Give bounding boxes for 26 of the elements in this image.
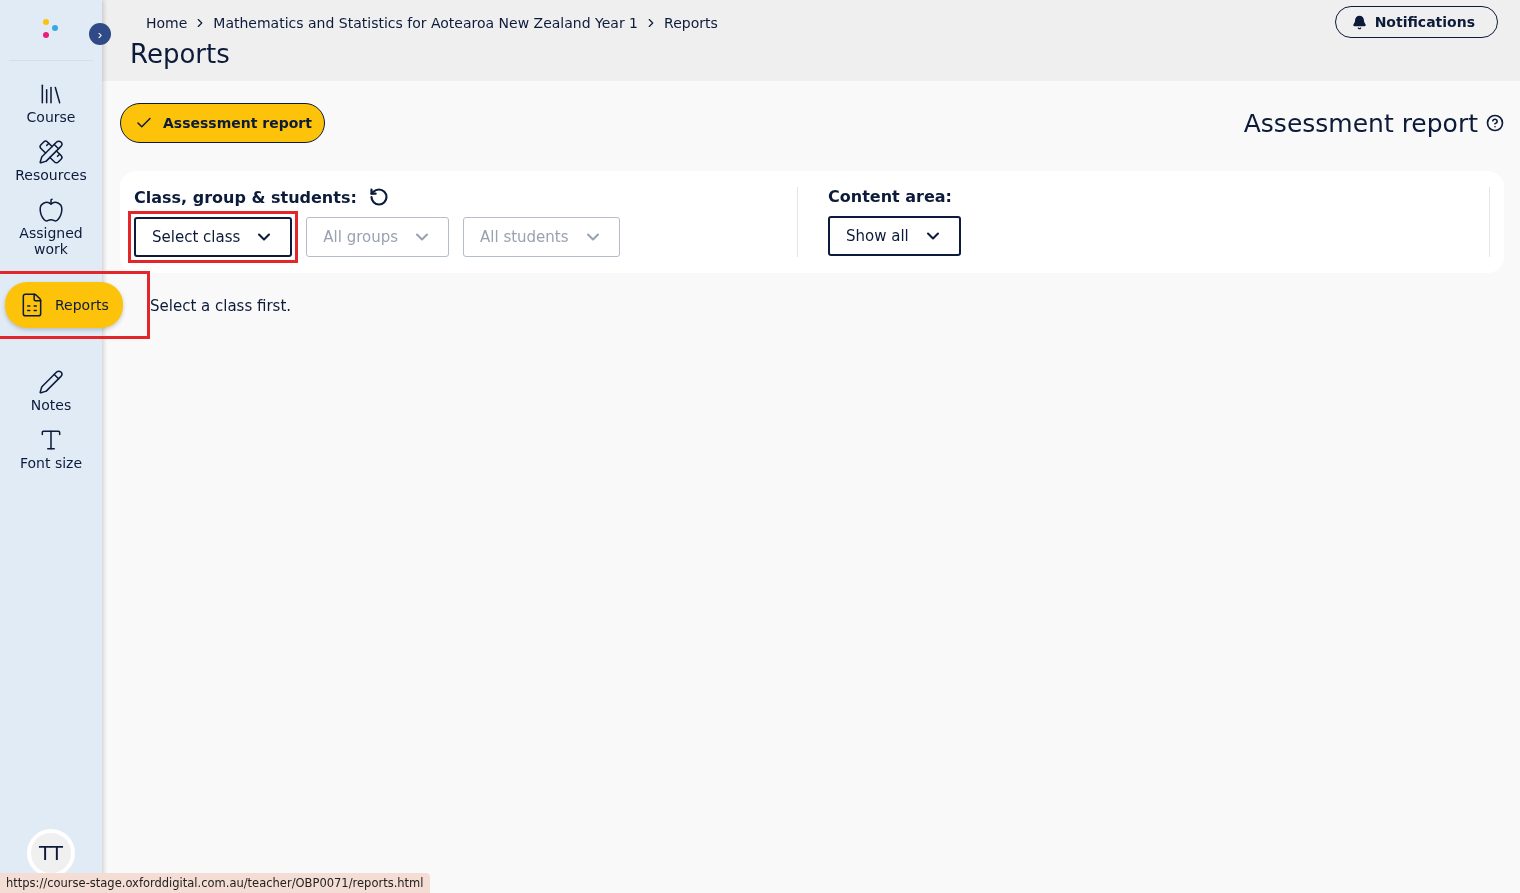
breadcrumb-link[interactable]: Home	[146, 15, 188, 31]
dropdown[interactable]: Select class	[134, 217, 293, 257]
nav-icon	[38, 369, 64, 395]
help-icon[interactable]	[1486, 114, 1504, 132]
breadcrumb-link[interactable]: Mathematics and Statistics for Aotearoa New Zealand Year 1	[213, 15, 639, 31]
nav-item[interactable]: Reports	[5, 282, 123, 328]
filter-label: Class, group & students:	[134, 187, 357, 207]
report-title: Assessment report	[1243, 108, 1478, 138]
nav-item[interactable]: Notes	[6, 369, 96, 413]
page-title: Reports	[130, 39, 231, 69]
nav-icon	[38, 139, 64, 165]
nav-item[interactable]: Assigned work	[6, 197, 96, 257]
logo-icon	[40, 18, 60, 40]
reset-icon[interactable]	[368, 187, 389, 207]
breadcrumb-link[interactable]: Reports	[664, 15, 718, 31]
nav-item[interactable]: Resources	[6, 139, 96, 183]
dropdown[interactable]: Show all	[828, 216, 961, 256]
report-chip[interactable]: Assessment report	[120, 103, 325, 143]
nav-item[interactable]: Course	[6, 81, 96, 125]
status-url: https://course-stage.oxforddigital.com.au/teacher/OBP0071/reports.html	[0, 873, 430, 893]
bell-icon	[1351, 14, 1367, 30]
expand-button[interactable]: ›	[89, 23, 111, 45]
nav-item[interactable]: Font size	[6, 427, 96, 471]
empty-message: Select a class first.	[150, 297, 293, 315]
content-area-label: Content area:	[828, 187, 953, 206]
nav-icon	[38, 197, 64, 223]
